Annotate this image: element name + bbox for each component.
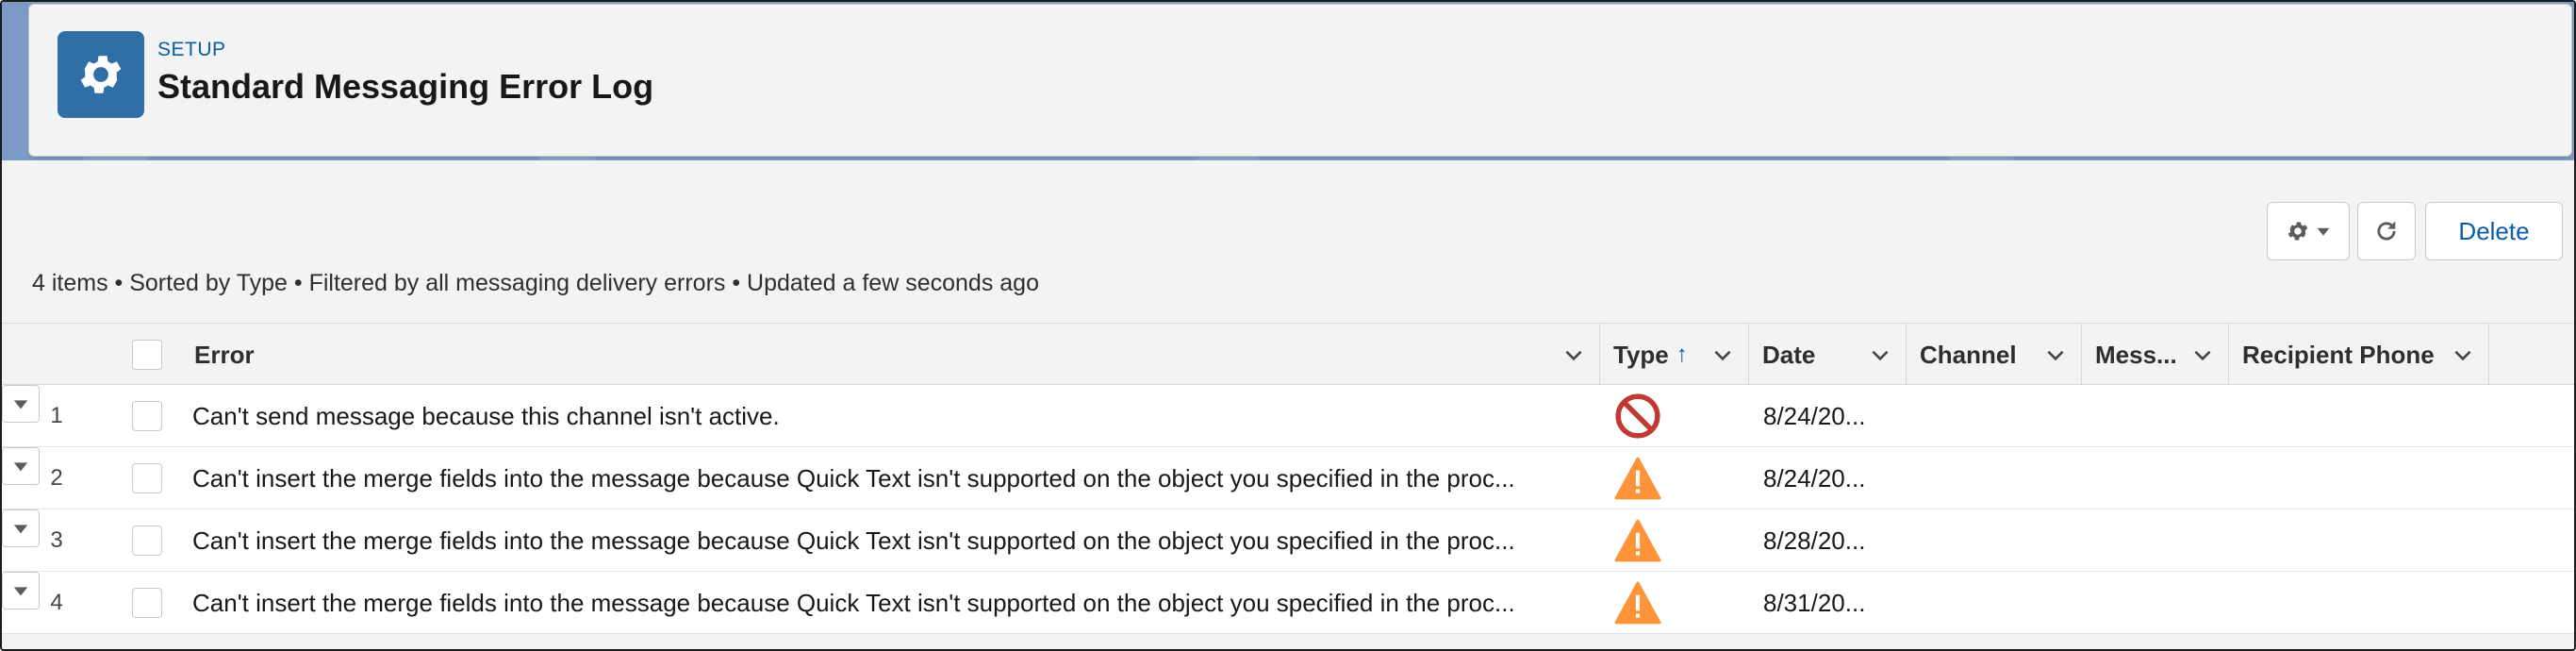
row-number: 4 (50, 590, 63, 615)
sort-ascending-icon: ↑ (1676, 342, 1688, 367)
column-label: Date (1762, 340, 1816, 369)
table-row: 1 Can't send message because this channe… (2, 385, 2574, 447)
warning-icon (1605, 509, 1671, 572)
date-cell: 8/28/20... (1763, 526, 1866, 555)
table-row: 3 Can't insert the merge fields into the… (2, 509, 2574, 572)
column-label: Recipient Phone (2242, 340, 2435, 369)
date-cell: 8/24/20... (1763, 401, 1866, 430)
table-header: Error Type ↑ Date Channel Mess... Recipi… (2, 323, 2574, 386)
error-cell: Can't insert the merge fields into the m… (192, 526, 1515, 555)
error-icon (1605, 385, 1671, 447)
error-cell: Can't send message because this channel … (192, 401, 780, 430)
row-checkbox[interactable] (132, 526, 162, 556)
date-cell: 8/24/20... (1763, 463, 1866, 492)
chevron-down-icon (2317, 227, 2330, 236)
row-number: 1 (50, 403, 63, 428)
column-header-message[interactable]: Mess... (2082, 324, 2229, 386)
table-row: 2 Can't insert the merge fields into the… (2, 447, 2574, 509)
warning-icon (1605, 447, 1671, 509)
error-cell: Can't insert the merge fields into the m… (192, 463, 1515, 492)
app-frame: SETUP Standard Messaging Error Log Delet… (0, 0, 2576, 651)
row-number: 2 (50, 465, 63, 491)
gear-icon (2287, 222, 2308, 241)
chevron-down-icon[interactable] (2451, 342, 2475, 367)
list-info: 4 items • Sorted by Type • Filtered by a… (32, 270, 1039, 296)
page-header: SETUP Standard Messaging Error Log (28, 4, 2572, 157)
table-row: 4 Can't insert the merge fields into the… (2, 572, 2574, 634)
refresh-button[interactable] (2357, 202, 2416, 260)
gear-icon (58, 31, 144, 118)
column-header-date[interactable]: Date (1749, 324, 1907, 386)
breadcrumb[interactable]: SETUP (157, 39, 226, 61)
column-label: Mess... (2095, 340, 2177, 369)
refresh-icon (2377, 221, 2396, 241)
page-title: Standard Messaging Error Log (157, 67, 654, 106)
list-view: Delete 4 items • Sorted by Type • Filter… (2, 160, 2574, 649)
select-all-checkbox[interactable] (132, 340, 162, 370)
row-checkbox[interactable] (132, 401, 162, 431)
column-header-channel[interactable]: Channel (1907, 324, 2082, 386)
error-cell: Can't insert the merge fields into the m… (192, 588, 1515, 617)
warning-icon (1605, 572, 1671, 634)
column-header-recipient-phone[interactable]: Recipient Phone (2229, 324, 2489, 386)
column-label: Channel (1920, 340, 2017, 369)
chevron-down-icon[interactable] (1561, 342, 1586, 367)
chevron-down-icon[interactable] (2190, 342, 2215, 367)
column-header-error[interactable]: Error (181, 324, 1600, 386)
row-checkbox[interactable] (132, 463, 162, 493)
list-settings-button[interactable] (2267, 202, 2350, 260)
column-label: Type (1613, 340, 1669, 369)
column-label: Error (194, 340, 255, 369)
select-all-header (2, 324, 190, 386)
delete-button[interactable]: Delete (2425, 202, 2563, 260)
column-header-actions (2489, 324, 2574, 386)
chevron-down-icon[interactable] (2043, 342, 2068, 367)
chevron-down-icon[interactable] (1868, 342, 1892, 367)
chevron-down-icon[interactable] (1710, 342, 1735, 367)
row-number: 3 (50, 527, 63, 553)
row-checkbox[interactable] (132, 588, 162, 618)
column-header-type[interactable]: Type ↑ (1600, 324, 1749, 386)
date-cell: 8/31/20... (1763, 588, 1866, 617)
